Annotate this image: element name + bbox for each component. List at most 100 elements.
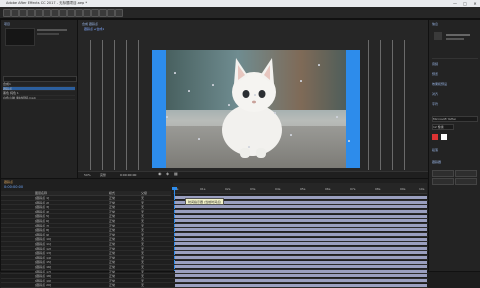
grid-icon[interactable]: ▦ <box>174 172 178 176</box>
fill-color-swatch[interactable] <box>432 134 438 140</box>
track-point[interactable] <box>188 90 190 92</box>
tab-preview[interactable]: 预览 <box>432 72 438 76</box>
layer-duration-bar[interactable] <box>175 205 427 209</box>
layer-duration-bar[interactable] <box>175 223 427 227</box>
tab-audio[interactable]: 音频 <box>432 62 438 66</box>
track-motion-button[interactable] <box>432 178 454 185</box>
playhead-handle[interactable] <box>172 187 177 190</box>
thumbnail-info-line <box>37 29 67 31</box>
info-line <box>446 34 470 36</box>
brush-tool-icon[interactable] <box>83 9 91 17</box>
project-panel: 项目 合成1 跟踪点 黑色 纯色 1 白色小猫 素材视频.mp4 <box>0 19 78 191</box>
ruler-tick: 04s <box>275 187 281 191</box>
time-ruler[interactable]: 0s 01s 02s 03s 04s 05s 06s 07s 08s 09s 1… <box>173 183 427 194</box>
timeline-timecode[interactable]: 0:00:00:00 <box>4 185 23 189</box>
layer-duration-bar[interactable] <box>175 251 427 255</box>
zoom-tool-icon[interactable] <box>27 9 35 17</box>
track-line <box>380 40 381 170</box>
layer-duration-bar[interactable] <box>175 219 427 223</box>
track-point[interactable] <box>300 80 302 82</box>
list-item[interactable]: 白色小猫 素材视频.mp4 <box>3 96 75 101</box>
layer-duration-bar[interactable] <box>175 210 427 214</box>
timeline-tab[interactable]: 跟踪点 <box>4 180 13 184</box>
tab-paragraph[interactable]: 段落 <box>432 148 438 152</box>
table-row[interactable]: [跟踪点 20] 正常无 <box>1 283 428 288</box>
zoom-level[interactable]: 50% <box>84 173 91 177</box>
video-frame <box>152 50 360 168</box>
stabilize-button[interactable] <box>455 170 477 177</box>
layer-duration-bar[interactable] <box>175 246 427 250</box>
layer-duration-bar[interactable] <box>175 269 427 273</box>
camera-tool-icon[interactable] <box>43 9 51 17</box>
home-tool-icon[interactable] <box>3 9 11 17</box>
layer-duration-bar[interactable] <box>175 237 427 241</box>
tab-effects[interactable]: 效果和预设 <box>432 82 447 86</box>
ruler-tick: 10s <box>419 187 425 191</box>
resolution-select[interactable]: 完整 <box>100 173 106 177</box>
track-line <box>138 40 139 170</box>
right-panel: 信息 音频 预览 效果和预设 对齐 字符 Microsoft YaHei 12 … <box>428 19 480 272</box>
track-point[interactable] <box>166 116 168 118</box>
track-point[interactable] <box>174 72 176 74</box>
app-title: Adobe After Effects CC 2017 - 无标题项目.aep … <box>6 1 88 5</box>
layer-duration-bar[interactable] <box>175 242 427 246</box>
layer-duration-bar[interactable] <box>175 283 427 287</box>
layer-duration-bar[interactable] <box>175 214 427 218</box>
mask-tool-icon[interactable] <box>59 9 67 17</box>
text-tool-icon[interactable] <box>75 9 83 17</box>
track-point[interactable] <box>254 94 256 96</box>
breadcrumb[interactable]: 跟踪点 ◂ 合成1 <box>84 27 104 31</box>
eraser-tool-icon[interactable] <box>99 9 107 17</box>
rotate-tool-icon[interactable] <box>35 9 43 17</box>
pan-tool-icon[interactable] <box>51 9 59 17</box>
track-camera-button[interactable] <box>432 170 454 177</box>
minimize-button[interactable]: — <box>450 0 460 7</box>
track-line <box>126 40 127 170</box>
column-mode[interactable]: 模式 <box>109 191 115 195</box>
stroke-color-swatch[interactable] <box>441 134 447 140</box>
track-point[interactable] <box>336 116 338 118</box>
kitten-image <box>222 58 282 158</box>
column-layer-name[interactable]: 图层名称 <box>35 191 47 195</box>
track-point[interactable] <box>212 84 214 86</box>
maximize-button[interactable]: □ <box>460 0 470 7</box>
info-section <box>432 28 478 59</box>
layer-duration-bar[interactable] <box>175 228 427 232</box>
tab-info[interactable]: 信息 <box>432 22 438 26</box>
track-point[interactable] <box>290 134 292 136</box>
pen-tool-icon[interactable] <box>67 9 75 17</box>
track-point[interactable] <box>318 64 320 66</box>
tab-tracker[interactable]: 跟踪器 <box>432 160 441 164</box>
tab-character[interactable]: 字符 <box>432 102 438 106</box>
current-timecode[interactable]: 0:00:00:00 <box>120 173 136 177</box>
track-point[interactable] <box>228 104 230 106</box>
layer-duration-bar[interactable] <box>175 233 427 237</box>
column-parent[interactable]: 父级 <box>141 191 147 195</box>
hand-tool-icon[interactable] <box>19 9 27 17</box>
font-size-field[interactable]: 12 像素 <box>432 124 454 130</box>
close-button[interactable]: ✕ <box>470 0 480 7</box>
layer-duration-bar[interactable] <box>175 265 427 269</box>
roto-tool-icon[interactable] <box>107 9 115 17</box>
track-point[interactable] <box>198 138 200 140</box>
tooltip: 时间指示器 (当前时间点) <box>185 198 225 205</box>
stamp-tool-icon[interactable] <box>91 9 99 17</box>
channel-icon[interactable]: ◈ <box>166 172 169 176</box>
layer-duration-bar[interactable] <box>175 278 427 282</box>
track-point[interactable] <box>274 112 276 114</box>
track-line <box>102 40 103 170</box>
tab-align[interactable]: 对齐 <box>432 92 438 96</box>
selection-tool-icon[interactable] <box>11 9 19 17</box>
layer-duration-bar[interactable] <box>175 260 427 264</box>
layer-duration-bar[interactable] <box>175 256 427 260</box>
layer-duration-bar[interactable] <box>175 274 427 278</box>
project-tab[interactable]: 项目 <box>4 22 10 26</box>
track-point[interactable] <box>348 140 350 142</box>
composition-tab[interactable]: 合成 跟踪点 <box>82 22 98 26</box>
track-point[interactable] <box>248 146 250 148</box>
font-select[interactable]: Microsoft YaHei <box>432 116 478 122</box>
snapshot-icon[interactable]: ◉ <box>158 172 162 176</box>
warp-stabilizer-button[interactable] <box>455 178 477 185</box>
ruler-tick: 07s <box>350 187 356 191</box>
puppet-tool-icon[interactable] <box>115 9 123 17</box>
